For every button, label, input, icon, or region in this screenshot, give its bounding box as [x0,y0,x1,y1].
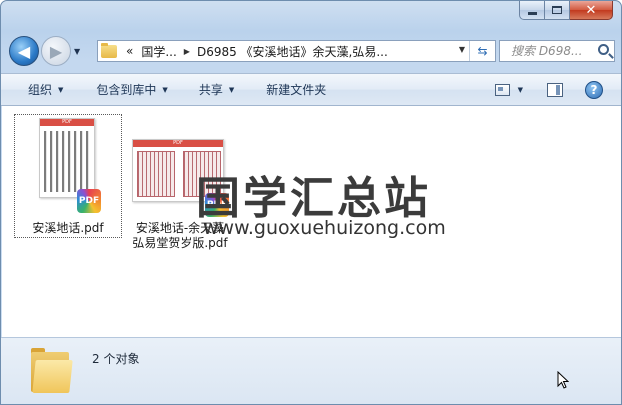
explorer-window: ✕ ◀ ▶ ▼ « 国学... ▶ D6985 《安溪地话》余天藻,弘易... … [0,0,622,405]
help-icon[interactable]: ? [585,81,603,99]
watermark-url: www.guoxuehuizong.com [203,217,446,239]
address-bar[interactable]: « 国学... ▶ D6985 《安溪地话》余天藻,弘易... ▼ ⇆ [97,40,496,62]
change-view-icon[interactable] [494,84,510,96]
folder-icon [101,42,117,58]
pdf-icon: PDF [77,189,101,213]
navigation-buttons: ◀ ▶ ▼ [9,34,80,68]
breadcrumb-overflow[interactable]: « [126,44,133,58]
maximize-button[interactable] [545,1,570,20]
share-menu[interactable]: 共享 ▼ [199,81,234,98]
refresh-icon: ⇆ [477,44,488,58]
include-in-library-menu[interactable]: 包含到库中 ▼ [96,81,167,98]
close-button[interactable]: ✕ [570,1,613,20]
folder-icon [31,348,73,394]
search-input[interactable] [511,44,593,58]
share-label: 共享 [198,83,223,97]
refresh-button[interactable]: ⇆ [469,41,495,61]
minimize-button[interactable] [519,1,545,20]
chevron-down-icon: ▼ [162,85,168,94]
thumbnail-header: PDF [40,119,94,126]
view-options-dropdown-icon[interactable]: ▼ [518,86,523,94]
recent-pages-dropdown[interactable]: ▼ [74,47,80,56]
close-icon: ✕ [585,2,597,18]
thumbnail-header: PDF [133,140,223,147]
back-button[interactable]: ◀ [9,36,39,66]
forward-button[interactable]: ▶ [41,36,71,66]
search-box[interactable] [499,40,615,62]
minimize-icon [527,11,537,15]
chevron-down-icon: ▼ [58,85,64,94]
forward-arrow-icon: ▶ [49,41,63,61]
pdf-thumbnail[interactable]: PDF [39,118,95,198]
command-bar: 组织 ▼ 包含到库中 ▼ 共享 ▼ 新建文件夹 ▼ ? [1,73,621,106]
back-arrow-icon: ◀ [17,41,31,61]
breadcrumb-separator-icon[interactable]: ▶ [184,47,190,56]
preview-pane-icon[interactable] [547,83,563,97]
organize-label: 组织 [28,83,53,97]
new-folder-button[interactable]: 新建文件夹 [266,81,326,98]
mouse-pointer-icon [557,371,569,389]
breadcrumb-item[interactable]: 国学... [141,43,176,60]
include-in-library-label: 包含到库中 [96,83,157,97]
details-pane: 2 个对象 [1,337,621,404]
caption-buttons: ✕ [519,1,613,21]
item-count: 2 个对象 [92,352,140,366]
thumbnail-page-left [137,151,175,197]
address-dropdown-icon[interactable]: ▼ [459,45,465,54]
maximize-icon [552,6,562,14]
thumbnail-text-lines [44,131,90,192]
chevron-down-icon: ▼ [228,85,235,94]
search-icon[interactable] [598,44,609,55]
breadcrumb: « 国学... ▶ D6985 《安溪地话》余天藻,弘易... [117,43,388,60]
breadcrumb-item-current[interactable]: D6985 《安溪地话》余天藻,弘易... [197,43,388,60]
toolbar-right: ▼ ? [494,81,603,99]
organize-menu[interactable]: 组织 ▼ [28,81,63,98]
file-name[interactable]: 安溪地话.pdf [14,221,122,236]
new-folder-label: 新建文件夹 [266,83,327,97]
